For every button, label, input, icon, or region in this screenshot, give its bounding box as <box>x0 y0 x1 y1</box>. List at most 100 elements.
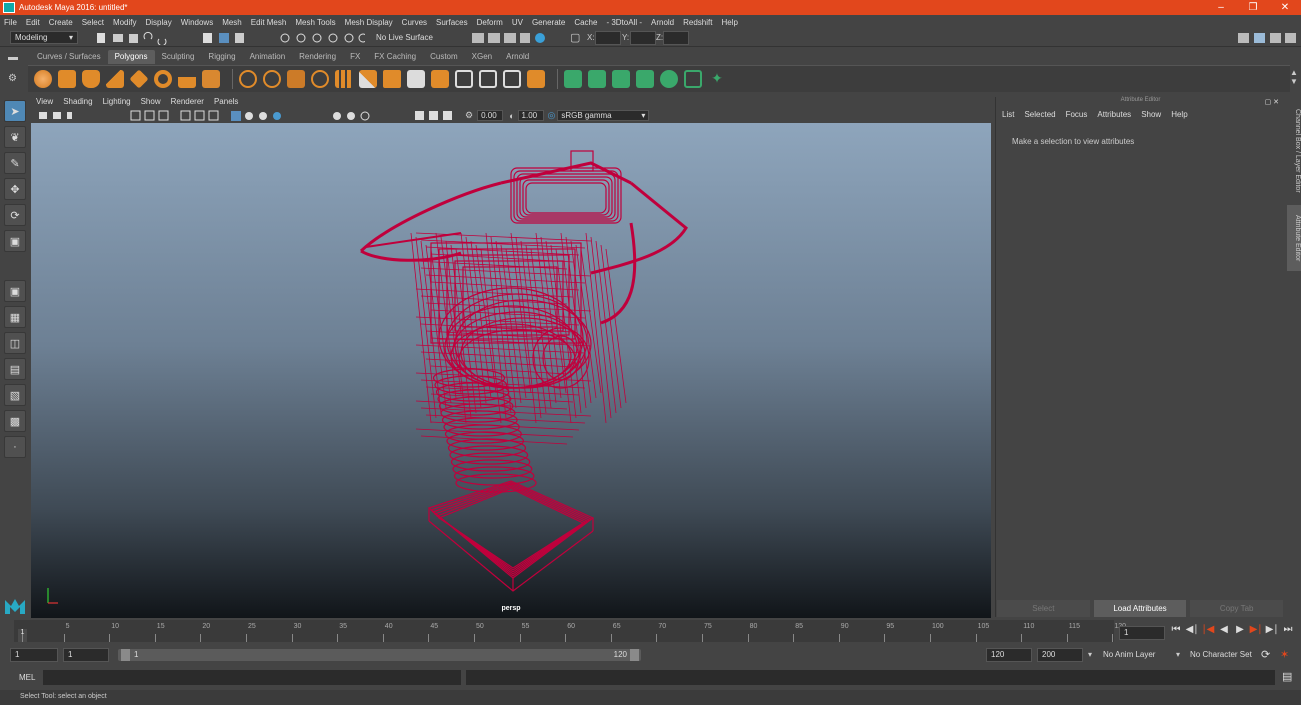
menu-uv[interactable]: UV <box>512 18 523 27</box>
menu-windows[interactable]: Windows <box>181 18 213 27</box>
gamma-field[interactable]: 1.00 <box>517 110 544 121</box>
menu-mesh-tools[interactable]: Mesh Tools <box>295 18 335 27</box>
menu-cache[interactable]: Cache <box>574 18 597 27</box>
shelf-tab-fx[interactable]: FX <box>343 50 367 64</box>
x-field[interactable] <box>595 31 621 45</box>
auto-key-icon[interactable]: ⟳ <box>1261 648 1270 661</box>
channel-box-tab[interactable]: Channel Box / Layer Editor <box>1287 103 1301 199</box>
menu-edit[interactable]: Edit <box>26 18 40 27</box>
viewport-toolbar-icons[interactable] <box>31 110 461 122</box>
menu-help[interactable]: Help <box>721 18 737 27</box>
boolean-icon[interactable] <box>335 70 353 88</box>
color-management-icon[interactable]: ◎ <box>548 110 556 121</box>
menu-curves[interactable]: Curves <box>402 18 427 27</box>
statusline-toolbar-icons[interactable] <box>95 31 365 45</box>
panel-toggle-icons[interactable] <box>1236 31 1298 45</box>
anim-layer-dropdown[interactable]: No Anim Layer <box>1103 650 1155 659</box>
viewport-menu-show[interactable]: Show <box>141 97 161 109</box>
extrude-icon[interactable] <box>431 70 449 88</box>
attr-menu-selected[interactable]: Selected <box>1024 110 1055 119</box>
menu-modify[interactable]: Modify <box>113 18 137 27</box>
shelf-menu-icon[interactable]: ▬ <box>8 52 28 63</box>
menu-mesh[interactable]: Mesh <box>222 18 242 27</box>
shelf-tab-curves-surfaces[interactable]: Curves / Surfaces <box>30 50 108 64</box>
poly-cone-icon[interactable] <box>106 70 124 88</box>
shelf-tab-sculpting[interactable]: Sculpting <box>155 50 202 64</box>
perspective-viewport[interactable]: persp <box>31 123 991 618</box>
shelf-tab-fx-caching[interactable]: FX Caching <box>367 50 423 64</box>
poly-cylinder-icon[interactable] <box>82 70 100 88</box>
step-back-icon[interactable]: ∣◀ <box>1200 624 1216 635</box>
menu-generate[interactable]: Generate <box>532 18 565 27</box>
mel-input[interactable] <box>43 670 461 685</box>
uv-editor-icon[interactable] <box>564 70 582 88</box>
range-start-handle[interactable] <box>121 649 130 661</box>
z-field[interactable] <box>663 31 689 45</box>
lasso-tool-icon[interactable]: ❦ <box>4 126 26 148</box>
shelf-tab-xgen[interactable]: XGen <box>465 50 499 64</box>
smooth-icon[interactable] <box>311 70 329 88</box>
poly-pyramid-icon[interactable] <box>178 70 196 88</box>
menu-redshift[interactable]: Redshift <box>683 18 712 27</box>
poly-cube-icon[interactable] <box>58 70 76 88</box>
single-pane-layout-icon[interactable]: ▣ <box>4 280 26 302</box>
menu-file[interactable]: File <box>4 18 17 27</box>
automatic-map-icon[interactable] <box>636 70 654 88</box>
graph-layout-icon[interactable]: ▧ <box>4 384 26 406</box>
insert-edge-loop-icon[interactable] <box>503 70 521 88</box>
menu-select[interactable]: Select <box>82 18 104 27</box>
attr-menu-help[interactable]: Help <box>1171 110 1187 119</box>
current-frame-field[interactable]: 1 <box>1119 626 1165 640</box>
move-tool-icon[interactable]: ✥ <box>4 178 26 200</box>
viewport-menu-renderer[interactable]: Renderer <box>171 97 204 109</box>
outliner-layout-icon[interactable]: ▤ <box>4 358 26 380</box>
play-backward-icon[interactable]: ◀ <box>1216 624 1232 635</box>
animation-start-field[interactable]: 1 <box>10 648 58 662</box>
script-editor-icon[interactable]: ▤ <box>1282 670 1292 683</box>
attr-menu-focus[interactable]: Focus <box>1066 110 1088 119</box>
scale-tool-icon[interactable]: ▣ <box>4 230 26 252</box>
sew-uv-icon[interactable] <box>660 70 678 88</box>
menu-display[interactable]: Display <box>146 18 172 27</box>
shelf-tab-rendering[interactable]: Rendering <box>292 50 343 64</box>
chevron-down-icon[interactable]: ▾ <box>1176 650 1180 659</box>
select-button[interactable]: Select <box>997 600 1090 617</box>
extract-icon[interactable] <box>287 70 305 88</box>
exposure-field[interactable]: 0.00 <box>477 110 504 121</box>
menu-mesh-display[interactable]: Mesh Display <box>345 18 393 27</box>
step-back-key-icon[interactable]: ◀∣ <box>1184 624 1200 635</box>
viewport-menu-panels[interactable]: Panels <box>214 97 238 109</box>
shelf-tab-rigging[interactable]: Rigging <box>201 50 242 64</box>
paint-select-icon[interactable]: ✎ <box>4 152 26 174</box>
playback-end-field[interactable]: 120 <box>986 648 1032 662</box>
fill-hole-icon[interactable] <box>407 70 425 88</box>
minimize-icon[interactable]: – <box>1205 2 1237 13</box>
attr-menu-list[interactable]: List <box>1002 110 1014 119</box>
combine-icon[interactable] <box>239 70 257 88</box>
menu-deform[interactable]: Deform <box>477 18 503 27</box>
copy-tab-button[interactable]: Copy Tab <box>1190 600 1284 617</box>
render-icons[interactable] <box>470 31 550 45</box>
load-attributes-button[interactable]: Load Attributes <box>1093 600 1187 617</box>
unfold-icon[interactable]: ✦ <box>708 70 726 88</box>
shelf-tab-polygons[interactable]: Polygons <box>107 50 155 64</box>
hypershade-layout-icon[interactable]: ▩ <box>4 410 26 432</box>
time-slider[interactable]: 1 5 10 15 20 25 30 35 40 45 50 55 60 65 70 75 80 85 90 95 1… <box>14 620 1126 642</box>
y-field[interactable] <box>630 31 656 45</box>
separate-icon[interactable] <box>263 70 281 88</box>
play-forward-icon[interactable]: ▶ <box>1232 624 1248 635</box>
menu-arnold[interactable]: Arnold <box>651 18 674 27</box>
animation-end-field[interactable]: 200 <box>1037 648 1083 662</box>
select-tool-icon[interactable]: ➤ <box>4 100 26 122</box>
shelf-tab-custom[interactable]: Custom <box>423 50 465 64</box>
shelf-options[interactable]: ▬ ⚙ <box>8 52 28 92</box>
append-polygon-icon[interactable] <box>527 70 545 88</box>
shelf-settings-icon[interactable]: ⚙ <box>8 73 28 84</box>
poly-plane-icon[interactable] <box>129 69 149 89</box>
attribute-editor-tab[interactable]: Attribute Editor <box>1287 205 1301 271</box>
four-pane-layout-icon[interactable]: ▦ <box>4 306 26 328</box>
viewport-menu-shading[interactable]: Shading <box>63 97 92 109</box>
poly-torus-icon[interactable] <box>154 70 172 88</box>
mode-dropdown[interactable]: Modeling ▾ <box>10 31 78 44</box>
go-to-start-icon[interactable]: ⏮ <box>1168 624 1184 635</box>
